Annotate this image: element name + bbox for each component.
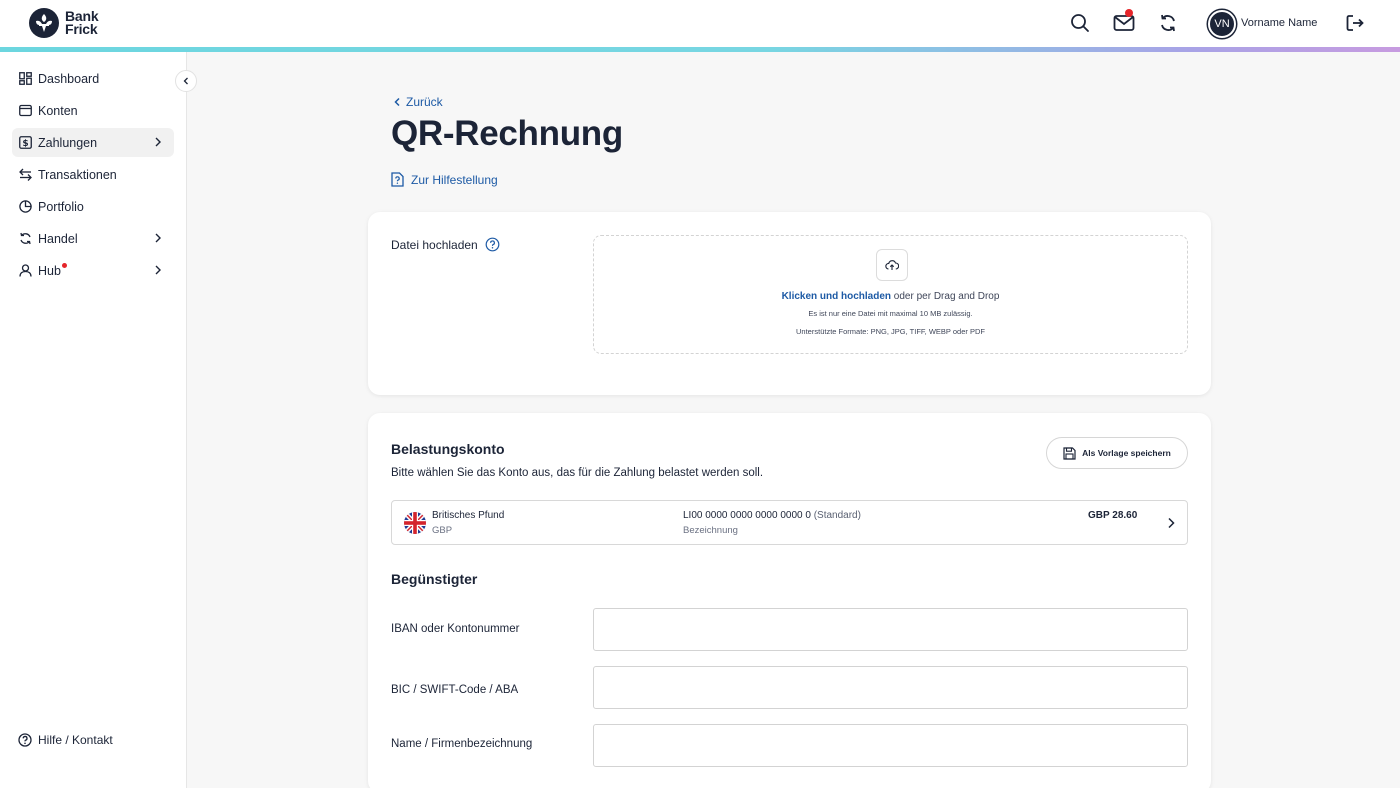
trade-icon [18,232,32,246]
question-icon[interactable] [485,237,500,252]
top-header: Bank Frick VN Vorname Name [0,0,1400,47]
refresh-icon[interactable] [1157,12,1179,34]
debit-account-title: Belastungskonto [391,441,505,457]
help-contact-link[interactable]: Hilfe / Kontakt [18,733,113,747]
bank-logo[interactable]: Bank Frick [29,8,99,38]
chevron-right-icon [155,233,161,243]
document-help-icon [391,172,404,187]
chevron-left-icon [394,97,400,107]
sidebar-item-portfolio[interactable]: Portfolio [12,192,174,221]
svg-text:$: $ [22,139,28,149]
sidebar-item-label: Handel [38,231,78,246]
logout-icon[interactable] [1344,12,1366,34]
transfer-icon [18,168,32,182]
chevron-right-icon [155,265,161,275]
upload-click-link[interactable]: Klicken und hochladen [782,291,891,302]
name-field-label: Name / Firmenbezeichnung [391,738,533,750]
payment-icon: $ [18,136,32,150]
pie-chart-icon [18,200,32,214]
back-label: Zurück [406,95,443,109]
file-dropzone[interactable]: Klicken und hochladen oder per Drag and … [593,235,1188,354]
logo-text: Bank Frick [65,8,99,37]
cloud-upload-icon [885,260,899,270]
chevron-right-icon [1168,517,1175,529]
dropzone-instructions: Klicken und hochladen oder per Drag and … [594,291,1187,302]
fleur-de-lis-icon [29,8,59,38]
user-icon [18,264,32,278]
help-icon [18,733,32,747]
payment-form-card: Belastungskonto Bitte wählen Sie das Kon… [368,413,1211,788]
sidebar-item-zahlungen[interactable]: $ Zahlungen [12,128,174,157]
save-icon [1063,446,1076,460]
bic-field-label: BIC / SWIFT-Code / ABA [391,684,519,696]
name-input[interactable] [593,724,1188,767]
sidebar-item-label: Konten [38,103,78,118]
file-limit-text: Es ist nur eine Datei mit maximal 10 MB … [808,309,973,318]
avatar[interactable]: VN [1208,10,1236,38]
debit-account-selector[interactable]: Britisches Pfund GBP LI00 0000 0000 0000… [391,500,1188,545]
dropzone-text: oder per Drag and Drop [891,291,1000,302]
help-link-label: Zur Hilfestellung [411,172,498,187]
account-currency-code: GBP [432,525,453,536]
account-standard-tag: (Standard) [813,510,861,521]
supported-formats-text: Unterstützte Formate: PNG, JPG, TIFF, WE… [796,327,985,336]
avatar-initials: VN [1214,18,1230,30]
uk-flag-icon [404,512,426,534]
user-name[interactable]: Vorname Name [1241,17,1317,29]
sidebar-item-label: Portfolio [38,199,84,214]
sidebar-item-hub[interactable]: Hub [12,256,174,285]
chevron-right-icon [155,137,161,147]
save-template-label: Als Vorlage speichern [1082,448,1171,458]
sidebar-item-label: Transaktionen [38,167,117,182]
accent-gradient-bar [0,47,1400,52]
page-title: QR-Rechnung [391,114,623,153]
sidebar-collapse-button[interactable] [175,70,197,92]
save-template-button[interactable]: Als Vorlage speichern [1046,437,1188,469]
beneficiary-title: Begünstigter [391,571,478,587]
account-description: Bezeichnung [683,525,738,536]
notification-badge [1125,9,1133,17]
sidebar-item-konten[interactable]: Konten [12,96,174,125]
chevron-left-icon [183,77,188,85]
dashboard-icon [18,72,32,86]
iban-input[interactable] [593,608,1188,651]
search-icon[interactable] [1069,12,1091,34]
upload-label: Datei hochladen [391,237,500,252]
account-iban-number: LI00 0000 0000 0000 0000 0 [683,510,811,521]
upload-button[interactable] [876,249,908,281]
bic-input[interactable] [593,666,1188,709]
back-link[interactable]: Zurück [393,95,443,109]
sidebar-item-transaktionen[interactable]: Transaktionen [12,160,174,189]
account-iban: LI00 0000 0000 0000 0000 0 (Standard) [683,510,861,521]
sidebar-item-label: Zahlungen [38,135,98,150]
upload-card: Datei hochladen Klicken und hochladen od… [368,212,1211,395]
wallet-icon [18,104,32,118]
help-link[interactable]: Zur Hilfestellung [391,172,498,187]
debit-account-subtitle: Bitte wählen Sie das Konto aus, das für … [391,467,764,479]
sidebar-item-label: Dashboard [38,71,100,86]
sidebar: Dashboard Konten $ Zahlungen Transaktion… [0,52,187,788]
iban-field-label: IBAN oder Kontonummer [391,623,520,635]
hub-badge [61,263,67,268]
sidebar-item-handel[interactable]: Handel [12,224,174,253]
upload-label-text: Datei hochladen [391,237,478,252]
account-currency-name: Britisches Pfund [432,510,505,521]
help-contact-label: Hilfe / Kontakt [38,733,113,747]
sidebar-item-dashboard[interactable]: Dashboard [12,64,174,93]
sidebar-item-label: Hub [38,263,61,278]
account-balance: GBP 28.60 [1088,510,1138,521]
